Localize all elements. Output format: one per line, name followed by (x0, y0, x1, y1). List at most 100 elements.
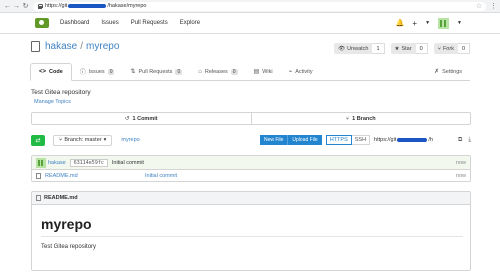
top-navigation: Dashboard Issues Pull Requests Explore 🔔… (0, 13, 500, 34)
pulls-count-badge: 0 (175, 68, 183, 75)
readme-box: README.md myrepo Test Gitea repository (31, 191, 471, 271)
stars-count[interactable]: 0 (415, 43, 428, 54)
pulse-icon: ⌁ (288, 69, 293, 75)
tab-label: Activity (295, 68, 313, 75)
repo-separator: / (80, 41, 84, 52)
branch-selector[interactable]: ⑂ Branch: master ▾ (53, 134, 113, 146)
eye-icon: 👁 (338, 45, 346, 52)
star-icon: ★ (394, 45, 400, 52)
commits-stat[interactable]: ↺ 1 Commit (32, 113, 251, 124)
tab-label: Code (49, 69, 63, 75)
repo-title: hakase / myrepo (45, 41, 119, 52)
compare-button[interactable]: ⇄ (31, 134, 45, 146)
tab-activity[interactable]: ⌁ Activity (281, 63, 321, 80)
redacted-domain (397, 138, 428, 142)
readme-body: Test Gitea repository (41, 244, 97, 250)
url-suffix: /hakase/myrepo (107, 3, 147, 9)
watchers-count[interactable]: 1 (372, 43, 385, 54)
address-bar[interactable]: https://git /hakase/myrepo ☆ (33, 1, 486, 11)
commits-count: 1 Commit (132, 115, 158, 122)
lock-icon (37, 3, 43, 9)
readme-header: README.md (32, 192, 470, 205)
fork-icon: ⑂ (437, 45, 441, 52)
table-row: README.md Initial commit now (32, 170, 470, 181)
avatar[interactable] (36, 157, 46, 168)
repo-description: Test Gitea repository (31, 89, 91, 96)
reload-icon[interactable]: ↻ (21, 2, 30, 11)
star-button[interactable]: ★ Star (390, 43, 416, 54)
forks-count[interactable]: 0 (457, 43, 470, 54)
branch-selector-label: Branch: master (64, 137, 102, 143)
file-icon (36, 172, 41, 179)
ssh-toggle[interactable]: SSH (351, 135, 371, 145)
repo-book-icon (31, 41, 40, 52)
repo-owner-link[interactable]: hakase (45, 41, 77, 52)
nav-pull-requests[interactable]: Pull Requests (131, 20, 168, 26)
fork-label: Fork (442, 45, 454, 52)
commit-sha[interactable]: 63114e59fc (69, 158, 108, 167)
tab-label: Wiki (262, 68, 273, 75)
browser-menu-icon[interactable]: ⋮ (490, 2, 497, 10)
file-commit-message[interactable]: Initial commit (145, 173, 177, 179)
browser-toolbar: ← → ↻ https://git /hakase/myrepo ☆ ⋮ (0, 0, 500, 13)
star-label: Star (401, 45, 412, 52)
manage-topics-link[interactable]: Manage Topics (34, 99, 71, 105)
issue-icon: ⓘ (79, 70, 86, 76)
repo-stats-bar: ↺ 1 Commit ⑂ 1 Branch (31, 112, 471, 125)
branch-toolbar: ⇄ ⑂ Branch: master ▾ myrepo New File Upl… (31, 134, 471, 146)
history-icon: ↺ (124, 115, 130, 122)
tab-releases[interactable]: ⌂ Releases 0 (190, 63, 245, 80)
forward-icon[interactable]: → (12, 2, 21, 11)
upload-file-button[interactable]: Upload File (287, 135, 322, 145)
wiki-book-icon: ▤ (253, 69, 260, 75)
tab-label: Releases (204, 68, 228, 75)
tab-settings[interactable]: ✗ Settings (426, 63, 470, 80)
repo-tabs: <> Code ⓘ Issues 0 ⇅ Pull Requests 0 ⌂ R… (30, 63, 470, 81)
tab-issues[interactable]: ⓘ Issues 0 (72, 63, 123, 80)
gitea-logo-icon[interactable] (35, 18, 49, 28)
file-name[interactable]: README.md (45, 173, 145, 179)
user-chevron-down-icon[interactable]: ▼ (457, 20, 462, 26)
notifications-bell-icon[interactable]: 🔔 (396, 19, 405, 27)
fork-button[interactable]: ⑂ Fork (433, 43, 458, 54)
branches-stat[interactable]: ⑂ 1 Branch (250, 113, 471, 124)
readme-heading: myrepo (41, 216, 463, 237)
clone-url-field[interactable]: https://git /h (374, 135, 452, 145)
tag-icon: ⌂ (198, 68, 202, 75)
issues-count-badge: 0 (107, 68, 115, 75)
readme-filename: README.md (44, 195, 78, 201)
code-icon: <> (39, 69, 47, 75)
user-avatar[interactable] (438, 17, 450, 29)
nav-issues[interactable]: Issues (101, 20, 118, 26)
tab-pull-requests[interactable]: ⇅ Pull Requests 0 (122, 63, 190, 80)
repo-root-link[interactable]: myrepo (121, 137, 139, 143)
commit-author[interactable]: hakase (48, 160, 66, 166)
tab-code[interactable]: <> Code (30, 63, 72, 81)
clone-url-prefix: https://git (374, 137, 397, 143)
bookmark-star-icon[interactable]: ☆ (476, 2, 482, 10)
tab-wiki[interactable]: ▤ Wiki (246, 63, 281, 80)
create-plus-icon[interactable]: + (412, 19, 417, 28)
latest-commit-row: hakase 63114e59fc Initial commit now (32, 156, 470, 170)
branches-count: 1 Branch (352, 115, 376, 122)
tools-icon: ✗ (434, 69, 440, 75)
nav-dashboard[interactable]: Dashboard (60, 20, 89, 26)
unwatch-button[interactable]: 👁 Unwatch (334, 43, 373, 54)
unwatch-label: Unwatch (347, 45, 369, 52)
nav-explore[interactable]: Explore (180, 20, 200, 26)
download-icon[interactable]: ⤓ (468, 137, 471, 144)
clone-url-suffix: /h (428, 137, 433, 143)
chevron-down-icon: ▾ (103, 137, 107, 143)
file-table: hakase 63114e59fc Initial commit now REA… (31, 155, 471, 182)
create-chevron-down-icon[interactable]: ▼ (425, 20, 430, 26)
new-file-button[interactable]: New File (259, 135, 288, 145)
tab-label: Pull Requests (138, 68, 173, 75)
pull-request-icon: ⇅ (130, 69, 136, 75)
https-toggle[interactable]: HTTPS (325, 135, 352, 145)
compare-icon: ⇄ (35, 137, 41, 144)
tab-label: Issues (88, 68, 105, 75)
repo-name-link[interactable]: myrepo (86, 41, 119, 52)
copy-icon[interactable]: ⧉ (458, 137, 462, 144)
back-icon[interactable]: ← (3, 2, 12, 11)
branch-icon: ⑂ (345, 115, 350, 122)
